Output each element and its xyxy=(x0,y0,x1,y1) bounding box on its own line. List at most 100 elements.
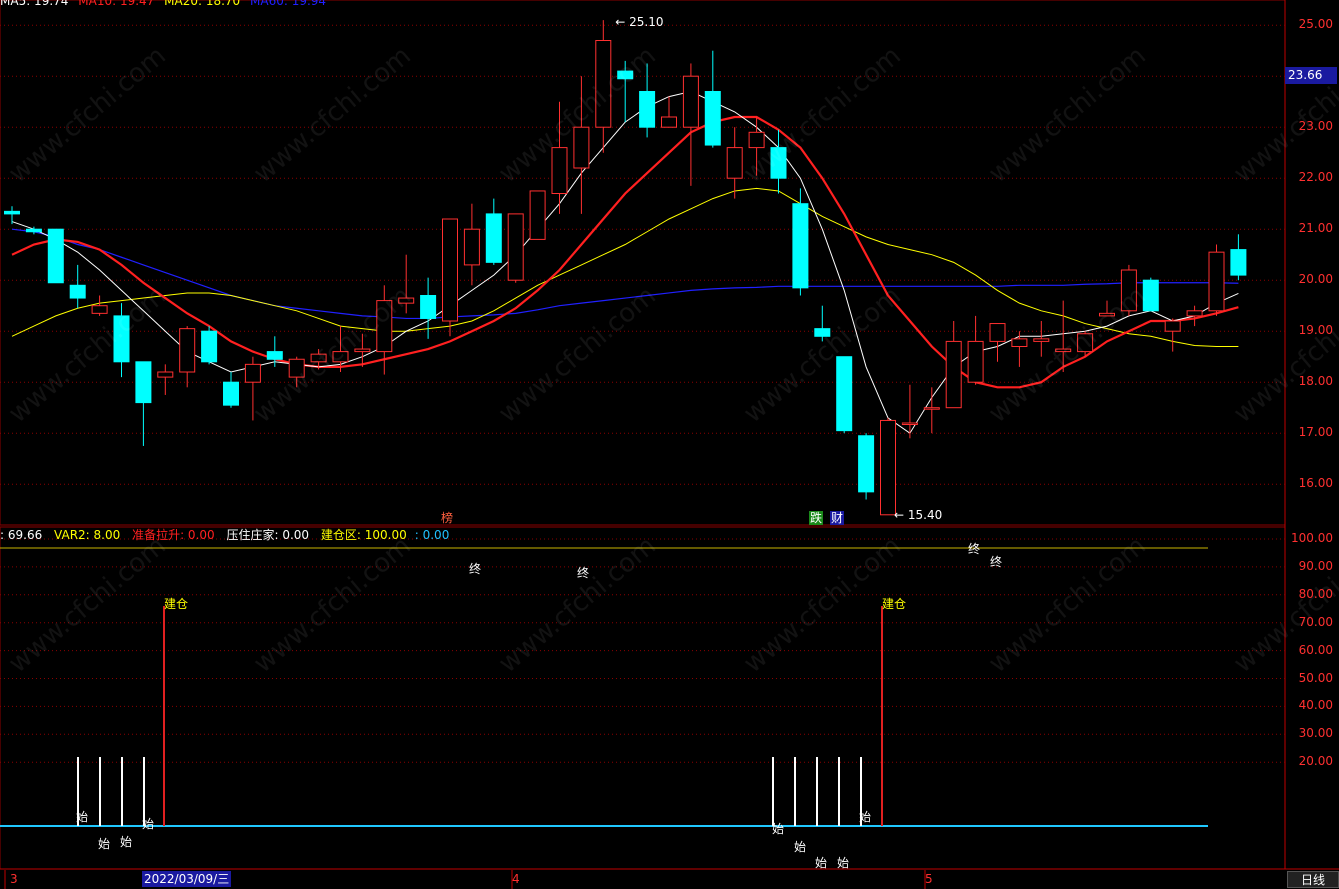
candle-body xyxy=(113,315,130,363)
candle xyxy=(901,384,918,439)
candle xyxy=(354,333,371,367)
candle-body xyxy=(507,213,524,281)
candle xyxy=(1055,300,1072,372)
candle-body xyxy=(1033,338,1050,342)
candle-body xyxy=(858,435,875,493)
candle xyxy=(858,433,875,500)
candle xyxy=(1099,300,1115,317)
ma20-legend: MA20: 18.70 xyxy=(164,0,241,8)
candle-body xyxy=(376,300,393,353)
candle-body xyxy=(398,297,415,304)
candle xyxy=(617,60,634,123)
candle xyxy=(814,305,831,342)
candle-body xyxy=(726,147,743,179)
finance-badge[interactable]: 财 xyxy=(830,511,845,525)
candle-body xyxy=(989,323,1006,342)
ma60-line xyxy=(11,228,1239,320)
indicator-tick-label: 30.00 xyxy=(1298,726,1333,741)
candle-body xyxy=(792,203,809,289)
candle-body xyxy=(420,295,437,319)
candle xyxy=(967,315,984,385)
ma5-legend: MA5: 19.74 xyxy=(0,0,69,8)
candle-body xyxy=(814,328,831,337)
indicator-tick-label: 90.00 xyxy=(1298,558,1333,573)
zhunbei-value: 准备拉升: 0.00 xyxy=(132,528,215,542)
candle xyxy=(113,303,130,378)
candle-body xyxy=(967,340,984,383)
chart-grid xyxy=(0,0,1339,889)
current-price-tag: 23.66 xyxy=(1285,67,1337,84)
candle-body xyxy=(1230,249,1247,276)
ma-legend: MA5: 19.74 MA10: 19.47 MA20: 18.70 MA60:… xyxy=(0,0,326,8)
selected-date: 2022/03/09/三 xyxy=(142,871,232,887)
ma10-line xyxy=(11,115,1239,389)
period-selector[interactable]: 日线 xyxy=(1287,871,1339,888)
candle-body xyxy=(442,218,458,322)
candle xyxy=(1186,305,1203,327)
candle-body xyxy=(91,305,108,314)
candle-body xyxy=(704,91,721,146)
candle xyxy=(639,63,656,138)
ma5-line xyxy=(11,90,1239,434)
candle-body xyxy=(332,351,349,363)
candle-body xyxy=(682,75,699,128)
candle-body xyxy=(923,407,940,410)
end-label: 终 xyxy=(469,562,482,576)
candle-body xyxy=(354,348,371,353)
candle-body xyxy=(1208,251,1225,312)
candle-body xyxy=(201,330,218,363)
month-label-4: 4 xyxy=(512,872,520,886)
price-tick-label: 20.00 xyxy=(1298,272,1333,287)
price-tick-label: 22.00 xyxy=(1298,170,1333,185)
candle xyxy=(945,321,962,409)
candle xyxy=(1142,277,1159,312)
start-label: 始 xyxy=(837,856,850,870)
candle xyxy=(1033,321,1050,357)
candle xyxy=(748,117,765,176)
month-label-5: 5 xyxy=(925,872,933,886)
candle xyxy=(442,218,458,337)
price-panel-frame xyxy=(0,0,1286,526)
candle xyxy=(91,295,108,316)
candle xyxy=(398,254,415,314)
indicator-panel-frame xyxy=(0,526,1286,870)
candle xyxy=(726,127,743,199)
candle xyxy=(880,417,896,516)
indicator-tick-label: 20.00 xyxy=(1298,754,1333,769)
candle xyxy=(573,76,590,214)
candle-body xyxy=(748,131,765,149)
start-label: 始 xyxy=(76,810,89,824)
var2-value: VAR2: 8.00 xyxy=(54,528,121,542)
fall-badge[interactable]: 跌 xyxy=(809,511,824,525)
candle-body xyxy=(573,126,590,169)
candle xyxy=(179,326,196,388)
candle-body xyxy=(1077,333,1094,353)
candle xyxy=(1230,234,1247,281)
candle xyxy=(4,206,20,225)
price-tick-label: 17.00 xyxy=(1298,425,1333,440)
indicator-panel xyxy=(0,538,1285,827)
stock-chart[interactable]: ← 25.10 ← 15.40 xyxy=(0,0,1339,889)
candle-body xyxy=(661,116,677,128)
candle xyxy=(201,326,218,365)
start-label: 始 xyxy=(772,822,785,836)
candle xyxy=(1120,264,1137,316)
candle-body xyxy=(1099,312,1115,317)
candle-body xyxy=(4,210,20,215)
end-label: 终 xyxy=(990,555,1003,569)
end-label: 终 xyxy=(577,566,590,580)
indicator-tick-label: 50.00 xyxy=(1298,670,1333,685)
start-label: 始 xyxy=(120,835,133,849)
candle xyxy=(507,213,524,283)
start-label: 始 xyxy=(794,840,807,854)
candle-body xyxy=(135,361,152,404)
candle xyxy=(770,129,787,194)
candle xyxy=(792,188,809,296)
rank-badge[interactable]: 榜 xyxy=(440,511,454,525)
candle-body xyxy=(1186,310,1203,317)
var1-value: : 69.66 xyxy=(0,528,43,542)
price-tick-label: 25.00 xyxy=(1298,17,1333,32)
candle-body xyxy=(617,70,634,80)
candle-body xyxy=(1164,320,1181,332)
candlestick-series[interactable]: ← 25.10 ← 15.40 xyxy=(4,15,1247,522)
